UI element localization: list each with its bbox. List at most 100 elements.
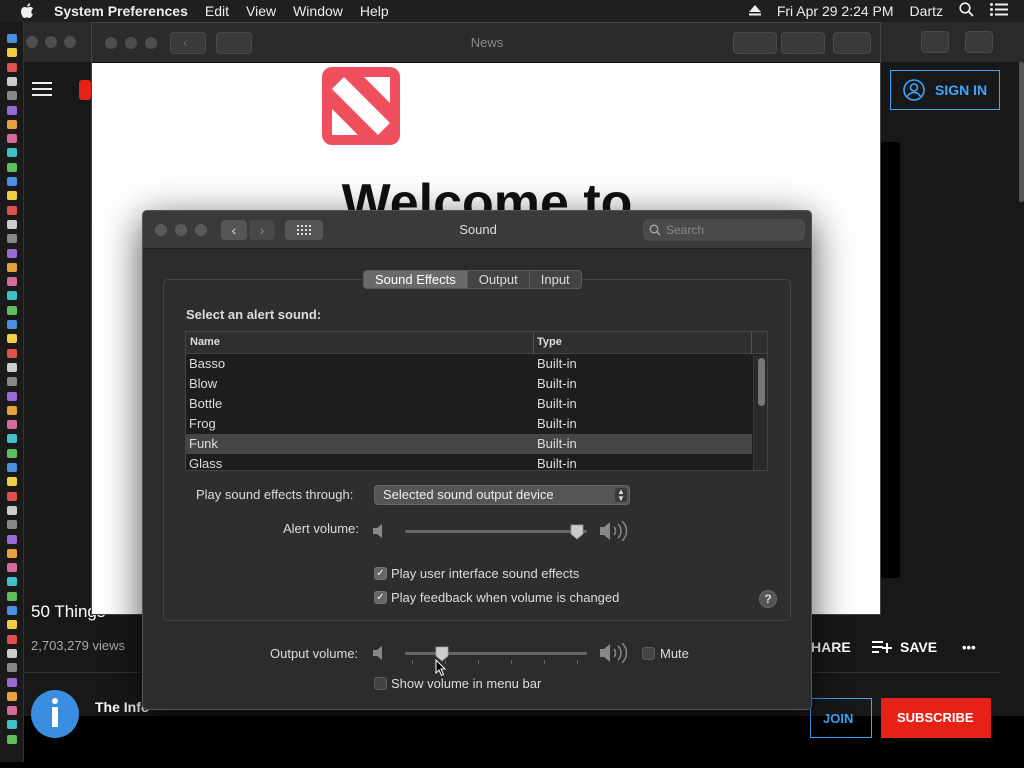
- dock-app-icon[interactable]: [7, 262, 17, 272]
- menu-help[interactable]: Help: [360, 3, 389, 19]
- dock-app-icon[interactable]: [7, 405, 17, 415]
- save-button[interactable]: SAVE: [872, 639, 937, 655]
- dock-app-icon[interactable]: [7, 734, 17, 744]
- dock-app-icon[interactable]: [7, 162, 17, 172]
- menu-window[interactable]: Window: [293, 3, 343, 19]
- dock-app-icon[interactable]: [7, 62, 17, 72]
- close-button[interactable]: [26, 36, 38, 48]
- menu-view[interactable]: View: [246, 3, 276, 19]
- table-row[interactable]: Basso Built-in: [186, 354, 752, 374]
- dock-app-icon[interactable]: [7, 205, 17, 215]
- dock-app-icon[interactable]: [7, 706, 17, 716]
- dock-app-icon[interactable]: [7, 234, 17, 244]
- dock-app-icon[interactable]: [7, 477, 17, 487]
- like-icon[interactable]: [733, 32, 777, 54]
- dock-app-icon[interactable]: [7, 219, 17, 229]
- dock-app-icon[interactable]: [7, 606, 17, 615]
- tab-sound-effects[interactable]: Sound Effects: [364, 271, 468, 288]
- more-options-icon[interactable]: •••: [962, 640, 976, 655]
- dock-app-icon[interactable]: [7, 577, 17, 587]
- tab-output[interactable]: Output: [468, 271, 530, 288]
- zoom-button[interactable]: [64, 36, 76, 48]
- dock-app-icon[interactable]: [7, 34, 17, 43]
- table-row[interactable]: Blow Built-in: [186, 374, 752, 394]
- share-button[interactable]: HARE: [811, 639, 851, 655]
- hamburger-menu-icon[interactable]: [32, 82, 52, 99]
- dock-app-icon[interactable]: [7, 48, 17, 58]
- column-header-type[interactable]: Type: [537, 336, 562, 348]
- dock-app-icon[interactable]: [7, 248, 17, 258]
- dock-app-icon[interactable]: [7, 663, 17, 673]
- dock-app-icon[interactable]: [7, 291, 17, 301]
- mute-label[interactable]: Mute: [660, 646, 689, 661]
- dock-app-icon[interactable]: [7, 148, 17, 158]
- join-button[interactable]: JOIN: [810, 698, 872, 738]
- dock-app-icon[interactable]: [7, 648, 17, 658]
- spotlight-search-icon[interactable]: [959, 2, 974, 20]
- dock-app-icon[interactable]: [7, 520, 17, 530]
- slider-knob[interactable]: [435, 646, 449, 662]
- dock-app-icon[interactable]: [7, 277, 17, 287]
- menu-app-name[interactable]: System Preferences: [54, 3, 188, 19]
- table-row[interactable]: Glass Built-in: [186, 454, 752, 470]
- output-volume-slider[interactable]: [405, 641, 587, 665]
- dock-app-icon[interactable]: [7, 634, 17, 644]
- dock-app-icon[interactable]: [7, 119, 17, 129]
- dock-app-icon[interactable]: [7, 677, 17, 687]
- ui-sounds-checkbox[interactable]: ✓: [374, 567, 387, 580]
- table-row[interactable]: Bottle Built-in: [186, 394, 752, 414]
- dock-app-icon[interactable]: [7, 563, 17, 573]
- dock-app-icon[interactable]: [7, 177, 17, 186]
- dock-app-icon[interactable]: [7, 505, 17, 515]
- notification-center-icon[interactable]: [990, 3, 1008, 19]
- dock-app-icon[interactable]: [7, 377, 17, 387]
- alert-volume-slider[interactable]: [405, 519, 587, 543]
- dock-app-icon[interactable]: [7, 420, 17, 430]
- channel-avatar[interactable]: [31, 690, 79, 738]
- scrollbar-thumb[interactable]: [758, 358, 765, 406]
- dock-app-icon[interactable]: [7, 134, 17, 144]
- dock-app-icon[interactable]: [7, 76, 17, 86]
- dock-app-icon[interactable]: [7, 591, 17, 601]
- show-volume-label[interactable]: Show volume in menu bar: [391, 676, 541, 691]
- youtube-logo[interactable]: [79, 80, 91, 100]
- show-volume-checkbox[interactable]: [374, 677, 387, 690]
- dock-app-icon[interactable]: [7, 391, 17, 401]
- dock-app-icon[interactable]: [7, 91, 17, 101]
- help-button[interactable]: ?: [759, 590, 777, 608]
- dock-app-icon[interactable]: [7, 348, 17, 358]
- minimize-button[interactable]: [45, 36, 57, 48]
- dock-app-icon[interactable]: [7, 691, 17, 701]
- share-icon[interactable]: [921, 31, 949, 53]
- apple-icon[interactable]: [20, 3, 38, 19]
- table-row[interactable]: Frog Built-in: [186, 414, 752, 434]
- volume-feedback-label[interactable]: Play feedback when volume is changed: [391, 590, 619, 605]
- dock-app-icon[interactable]: [7, 448, 17, 458]
- dock-app-icon[interactable]: [7, 534, 17, 544]
- dock-app-icon[interactable]: [7, 362, 17, 372]
- page-scrollbar[interactable]: [1019, 62, 1024, 202]
- search-field[interactable]: Search: [643, 219, 805, 241]
- dock-app-icon[interactable]: [7, 434, 17, 444]
- dock-app-icon[interactable]: [7, 105, 17, 115]
- dock-app-icon[interactable]: [7, 720, 17, 730]
- eject-icon[interactable]: [748, 3, 761, 19]
- dock-app-icon[interactable]: [7, 491, 17, 501]
- ui-sounds-label[interactable]: Play user interface sound effects: [391, 566, 579, 581]
- dock-app-icon[interactable]: [7, 620, 17, 630]
- menu-edit[interactable]: Edit: [205, 3, 229, 19]
- table-scrollbar[interactable]: [753, 355, 767, 470]
- tab-input[interactable]: Input: [530, 271, 581, 288]
- menu-user[interactable]: Dartz: [910, 3, 943, 19]
- slider-knob[interactable]: [570, 524, 584, 540]
- column-header-name[interactable]: Name: [190, 336, 220, 348]
- dislike-icon[interactable]: [781, 32, 825, 54]
- play-through-popup[interactable]: Selected sound output device ▲ ▼: [374, 485, 630, 505]
- tabs-icon[interactable]: [965, 31, 993, 53]
- dock-app-icon[interactable]: [7, 548, 17, 558]
- dock-app-icon[interactable]: [7, 320, 17, 329]
- table-row-selected[interactable]: Funk Built-in: [186, 434, 752, 454]
- mute-checkbox[interactable]: [642, 647, 655, 660]
- dock-app-icon[interactable]: [7, 305, 17, 315]
- share-icon[interactable]: [833, 32, 871, 54]
